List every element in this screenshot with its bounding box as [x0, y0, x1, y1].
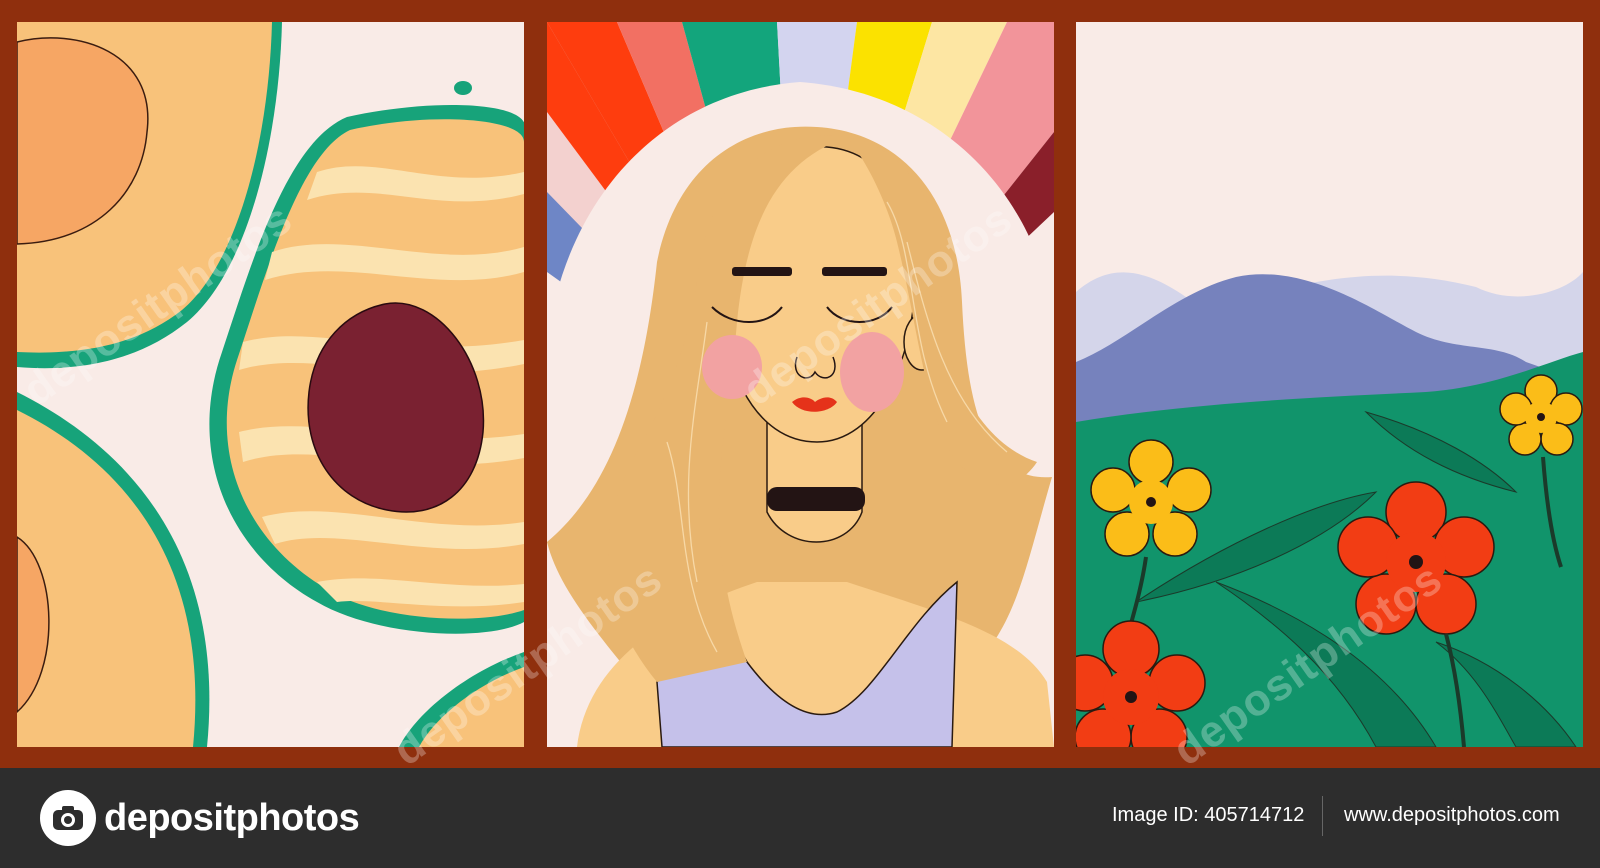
stock-footer: depositphotos Image ID: 405714712 www.de…	[0, 768, 1600, 868]
triptych-frame: depositphotos depositphotos depositphoto…	[0, 0, 1600, 775]
depositphotos-logo[interactable]: depositphotos	[40, 790, 360, 846]
logo-text: depositphotos	[104, 796, 360, 839]
avocado-illustration	[17, 22, 524, 747]
site-url-link[interactable]: www.depositphotos.com	[1344, 804, 1560, 827]
avocado-panel	[17, 22, 524, 747]
footer-divider	[1322, 796, 1323, 836]
portrait-panel	[547, 22, 1054, 747]
stock-preview: depositphotos depositphotos depositphoto…	[0, 0, 1600, 868]
image-id: Image ID: 405714712	[1112, 804, 1305, 826]
camera-icon	[40, 790, 96, 846]
woman-illustration	[547, 22, 1054, 747]
landscape-illustration	[1076, 22, 1583, 747]
landscape-panel	[1076, 22, 1583, 747]
